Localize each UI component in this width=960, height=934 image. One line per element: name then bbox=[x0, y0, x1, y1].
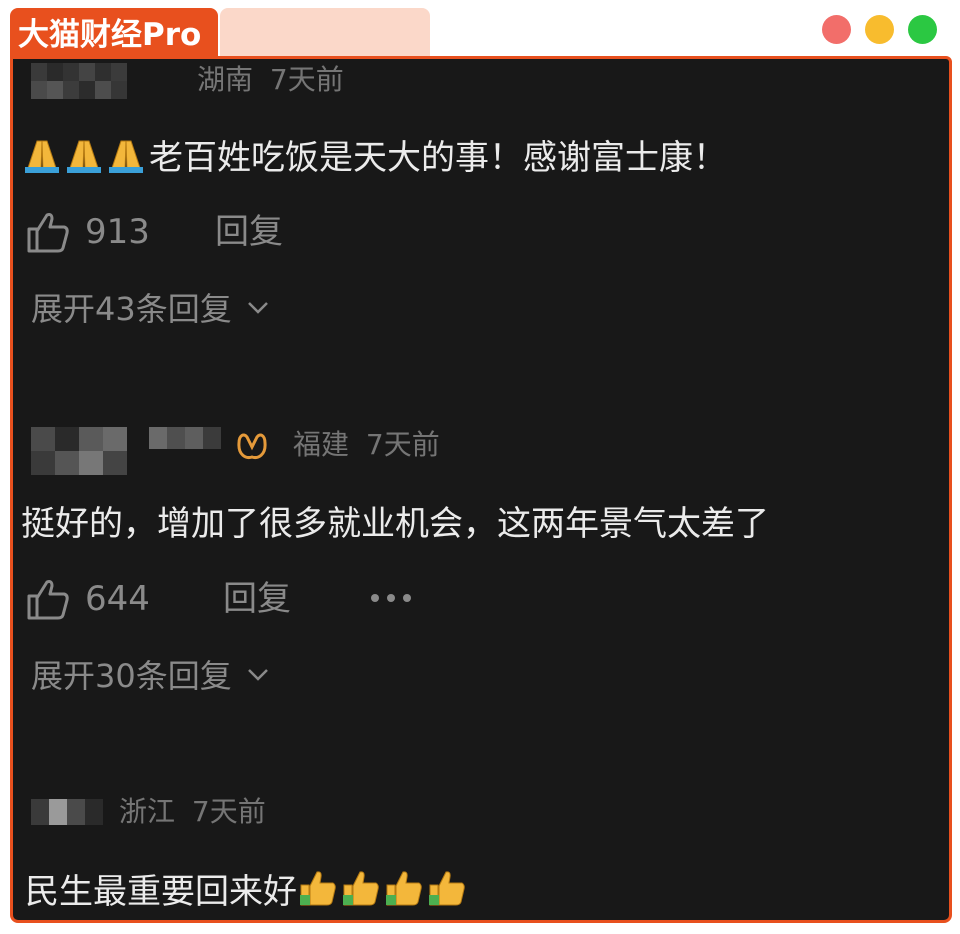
comment-list: 湖南 7天前 老百姓吃饭是天大的事！感谢富士康！ 913 回复 展开43条回复 bbox=[10, 56, 952, 923]
like-icon[interactable] bbox=[25, 209, 71, 255]
brand-logo-tab: 大猫财经Pro bbox=[10, 8, 218, 58]
comment-time: 7天前 bbox=[191, 795, 266, 828]
window-close-button[interactable] bbox=[822, 15, 851, 44]
comment-text: 挺好的，增加了很多就业机会，这两年景气太差了 bbox=[21, 504, 769, 544]
avatar-name-blurred bbox=[31, 799, 103, 825]
expand-replies-button[interactable]: 展开43条回复 bbox=[31, 289, 270, 329]
folded-hands-icon bbox=[21, 137, 149, 183]
like-count: 913 bbox=[85, 212, 150, 252]
reply-button[interactable]: 回复 bbox=[223, 579, 291, 619]
comment-time: 7天前 bbox=[365, 428, 440, 461]
butterfly-icon bbox=[237, 433, 267, 459]
chevron-down-icon bbox=[248, 669, 268, 681]
comment-location: 浙江 bbox=[119, 795, 176, 828]
reply-button[interactable]: 回复 bbox=[215, 212, 283, 252]
like-count: 644 bbox=[85, 579, 150, 619]
comment-meta: 湖南 7天前 bbox=[197, 63, 344, 97]
window-minimize-button[interactable] bbox=[865, 15, 894, 44]
comment-location: 湖南 bbox=[197, 63, 254, 96]
chevron-down-icon bbox=[248, 302, 268, 314]
comment-meta: 福建 7天前 bbox=[293, 428, 440, 462]
like-icon[interactable] bbox=[25, 576, 71, 622]
comment-text: 老百姓吃饭是天大的事！感谢富士康！ bbox=[21, 137, 727, 183]
expand-replies-label: 展开43条回复 bbox=[31, 290, 232, 328]
more-dots-icon[interactable] bbox=[369, 591, 413, 605]
avatar-name-blurred bbox=[31, 63, 127, 99]
window-maximize-button[interactable] bbox=[908, 15, 937, 44]
comment-meta: 浙江 7天前 bbox=[119, 795, 266, 829]
browser-tab[interactable] bbox=[220, 8, 430, 58]
comment-time: 7天前 bbox=[269, 63, 344, 96]
comment-text: 民生最重要回来好 bbox=[25, 869, 469, 917]
comment-location: 福建 bbox=[293, 428, 350, 461]
username-blurred bbox=[149, 427, 221, 449]
avatar bbox=[31, 427, 127, 475]
thumbs-up-icon bbox=[297, 869, 469, 917]
expand-replies-button[interactable]: 展开30条回复 bbox=[31, 656, 270, 696]
expand-replies-label: 展开30条回复 bbox=[31, 657, 232, 695]
